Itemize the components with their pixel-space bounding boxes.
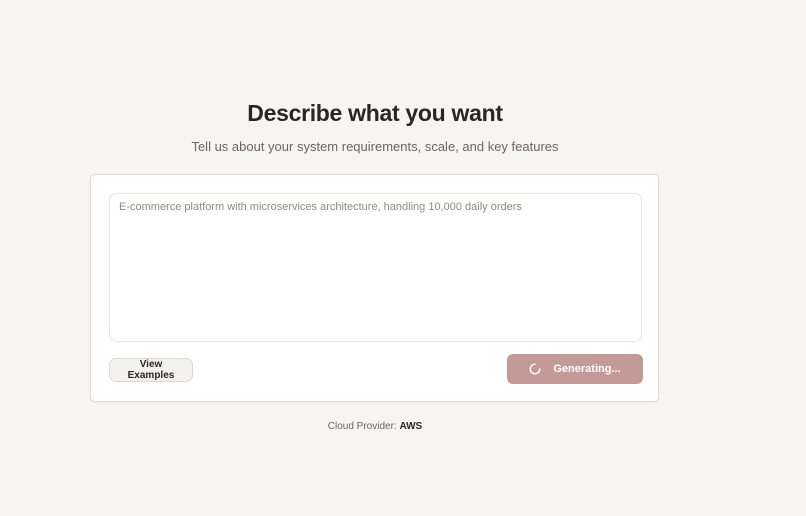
prompt-card: View Examples Generating... xyxy=(90,174,659,402)
generate-button-label: Generating... xyxy=(553,363,621,375)
view-examples-button[interactable]: View Examples xyxy=(109,358,193,382)
cloud-provider-value: AWS xyxy=(399,421,423,432)
generate-button[interactable]: Generating... xyxy=(507,354,643,384)
page-subtitle: Tell us about your system requirements, … xyxy=(191,139,559,154)
page-title: Describe what you want xyxy=(247,100,503,126)
spinner-icon xyxy=(529,363,541,375)
cloud-provider-label: Cloud Provider: xyxy=(327,421,397,432)
cloud-provider-info: Cloud Provider: AWS xyxy=(0,421,750,432)
describe-page: Describe what you want Tell us about you… xyxy=(0,0,806,516)
requirements-textarea[interactable] xyxy=(109,193,642,342)
